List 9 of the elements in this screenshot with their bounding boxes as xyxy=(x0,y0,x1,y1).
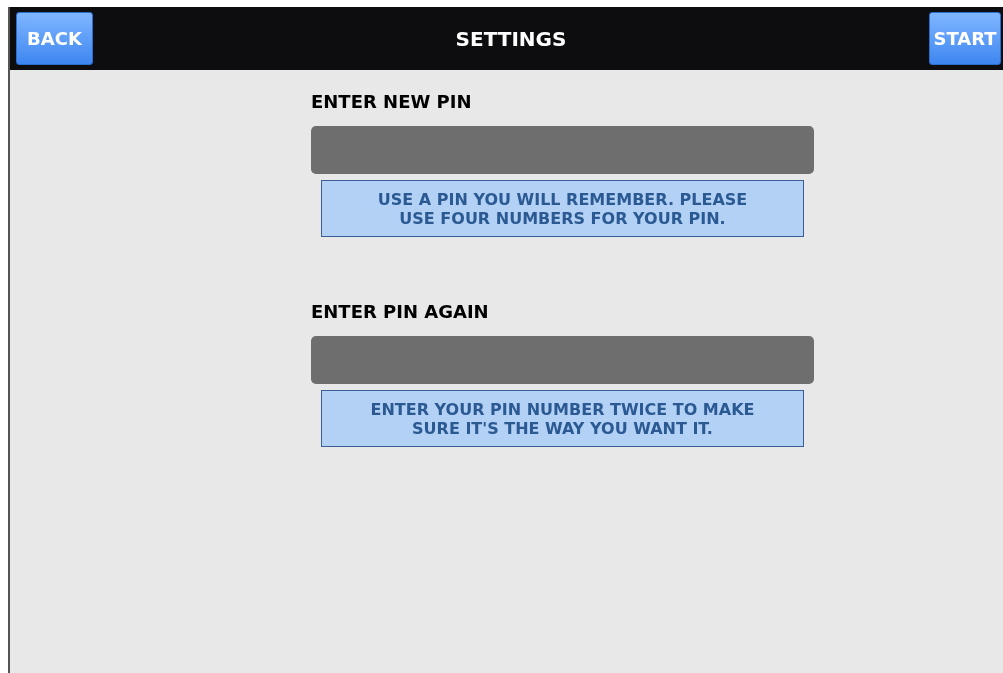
hint-text: USE A PIN YOU WILL REMEMBER. PLEASE USE FOUR NUMBERS FOR YOUR PIN. xyxy=(321,180,804,237)
pin-field[interactable] xyxy=(311,126,814,174)
pin-field[interactable] xyxy=(311,336,814,384)
field-label: ENTER PIN AGAIN xyxy=(311,300,490,324)
back-button[interactable]: BACK xyxy=(16,12,93,65)
screen-title: SETTINGS xyxy=(455,25,567,53)
hint-text: ENTER YOUR PIN NUMBER TWICE TO MAKE SURE IT'S THE WAY YOU WANT IT. xyxy=(321,390,804,447)
start-button[interactable]: START xyxy=(929,12,1001,65)
field-label: ENTER NEW PIN xyxy=(311,90,473,114)
